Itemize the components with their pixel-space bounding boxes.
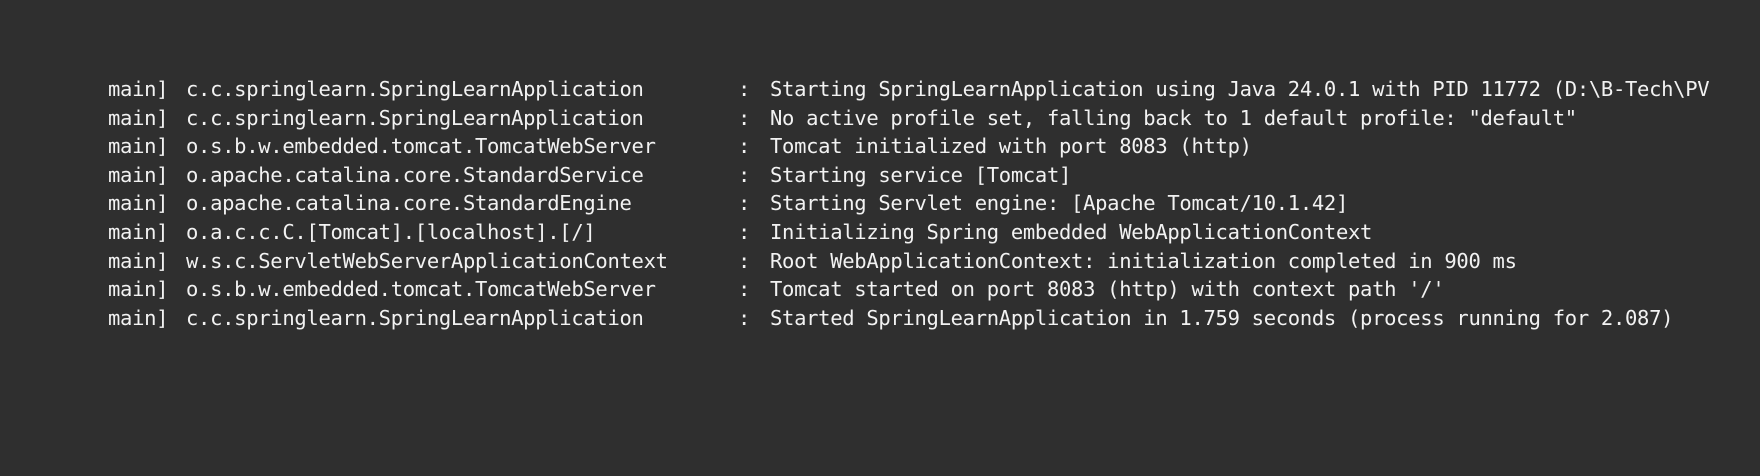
log-message: Root WebApplicationContext: initializati… bbox=[770, 248, 1517, 273]
log-separator: : bbox=[738, 305, 751, 330]
log-thread: main] bbox=[108, 105, 169, 130]
log-logger: o.s.b.w.embedded.tomcat.TomcatWebServer bbox=[186, 134, 656, 159]
log-line: main] o.apache.catalina.core.StandardServ… bbox=[108, 161, 1709, 190]
log-logger: c.c.springlearn.SpringLearnApplication bbox=[186, 105, 644, 130]
log-thread: main] bbox=[108, 191, 169, 216]
console-output[interactable]: main] c.c.springlearn.SpringLearnApplicat… bbox=[0, 0, 1760, 476]
log-logger: o.apache.catalina.core.StandardEngine bbox=[186, 191, 632, 216]
log-logger: w.s.c.ServletWebServerApplicationContext bbox=[186, 248, 668, 273]
log-separator: : bbox=[738, 191, 751, 216]
log-line: main] c.c.springlearn.SpringLearnApplicat… bbox=[108, 304, 1709, 333]
log-thread: main] bbox=[108, 219, 169, 244]
log-thread: main] bbox=[108, 305, 169, 330]
log-lines: main] c.c.springlearn.SpringLearnApplicat… bbox=[108, 75, 1710, 333]
log-logger: o.apache.catalina.core.StandardService bbox=[186, 162, 644, 187]
log-message: Starting service [Tomcat] bbox=[770, 162, 1072, 187]
log-line: main] c.c.springlearn.SpringLearnApplicat… bbox=[108, 75, 1710, 104]
log-separator: : bbox=[738, 277, 751, 302]
log-message: Tomcat started on port 8083 (http) with … bbox=[770, 277, 1445, 302]
log-line: main] o.a.c.c.C.[Tomcat].[localhost].[/]:… bbox=[108, 218, 1709, 247]
log-logger: c.c.springlearn.SpringLearnApplication bbox=[186, 305, 644, 330]
log-separator: : bbox=[738, 134, 751, 159]
log-separator: : bbox=[738, 162, 751, 187]
log-message: No active profile set, falling back to 1… bbox=[770, 105, 1577, 130]
log-line: main] o.s.b.w.embedded.tomcat.TomcatWebSe… bbox=[108, 132, 1709, 161]
log-message: Starting SpringLearnApplication using Ja… bbox=[770, 77, 1710, 101]
log-thread: main] bbox=[108, 162, 169, 187]
log-logger: o.a.c.c.C.[Tomcat].[localhost].[/] bbox=[186, 219, 596, 244]
log-line: main] c.c.springlearn.SpringLearnApplicat… bbox=[108, 104, 1709, 133]
log-thread: main] bbox=[108, 134, 169, 159]
log-logger: o.s.b.w.embedded.tomcat.TomcatWebServer bbox=[186, 277, 656, 302]
log-message: Initializing Spring embedded WebApplicat… bbox=[770, 219, 1373, 244]
log-message: Tomcat initialized with port 8083 (http) bbox=[770, 134, 1252, 159]
log-separator: : bbox=[738, 248, 751, 273]
log-line: main] o.apache.catalina.core.StandardEngi… bbox=[108, 189, 1709, 218]
log-line: main] o.s.b.w.embedded.tomcat.TomcatWebSe… bbox=[108, 275, 1709, 304]
log-logger: c.c.springlearn.SpringLearnApplication bbox=[186, 77, 644, 101]
log-message: Started SpringLearnApplication in 1.759 … bbox=[770, 305, 1674, 330]
log-separator: : bbox=[738, 77, 751, 101]
log-thread: main] bbox=[108, 77, 169, 101]
log-message: Starting Servlet engine: [Apache Tomcat/… bbox=[770, 191, 1349, 216]
log-separator: : bbox=[738, 219, 751, 244]
log-line: main] w.s.c.ServletWebServerApplicationCo… bbox=[108, 247, 1709, 276]
log-separator: : bbox=[738, 105, 751, 130]
log-thread: main] bbox=[108, 277, 169, 302]
log-thread: main] bbox=[108, 248, 169, 273]
